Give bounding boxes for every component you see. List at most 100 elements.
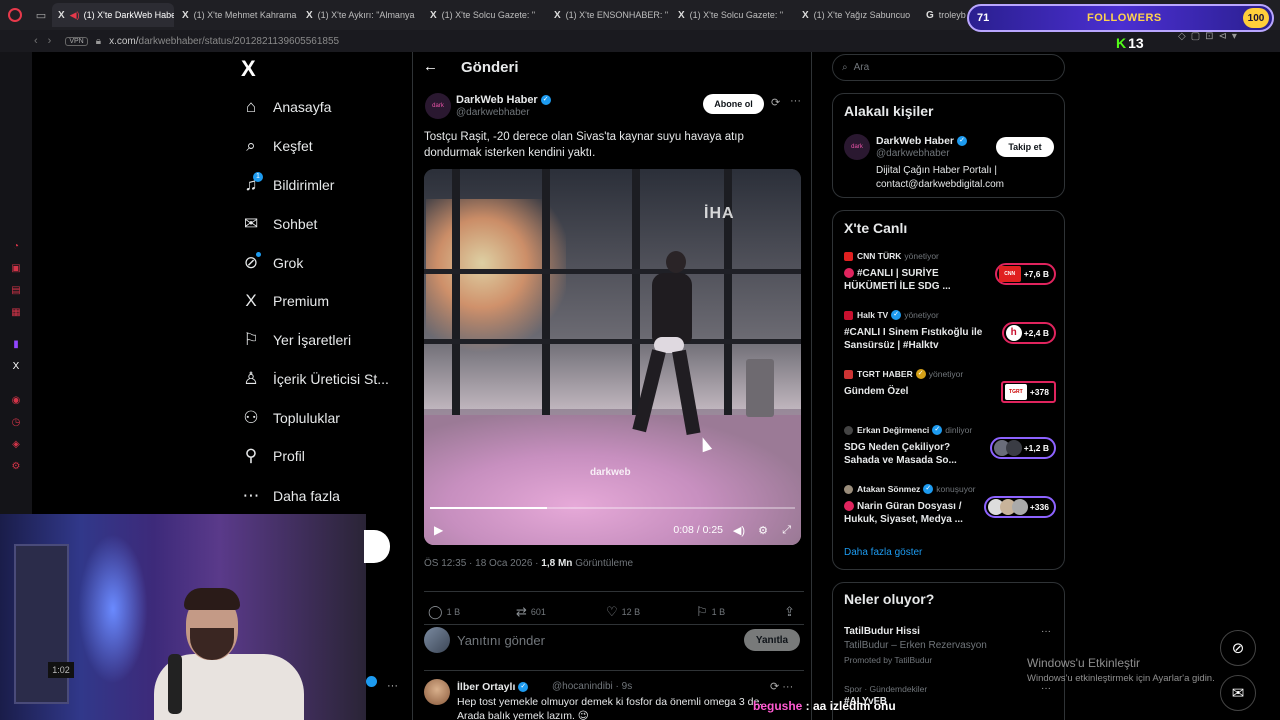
browser-tab[interactable]: X (1) X'te Solcu Gazete: " xyxy=(672,3,794,27)
browser-tab[interactable]: Gtroleybi xyxy=(920,3,966,27)
video-time: 0:08 / 0:25 xyxy=(673,524,723,536)
nav-grok[interactable]: ⊘ Grok xyxy=(241,248,303,278)
video-progress-bar[interactable] xyxy=(430,507,795,509)
video-player[interactable]: İHA darkweb ▶ 0:08 / 0:25 ◀) ⚙ ⤢ xyxy=(424,169,801,545)
live-item[interactable]: TGRT HABER ✓ yönetiyor Gündem Özel TGRT +37… xyxy=(844,368,1056,403)
author-handle[interactable]: @darkwebhaber xyxy=(456,107,530,118)
reply-composer: Yanıtını gönder Yanıtla xyxy=(424,624,804,668)
show-more-link[interactable]: Daha fazla göster xyxy=(844,547,922,558)
reply-more-icon[interactable]: ⟳ ··· xyxy=(770,680,793,693)
twitch-icon[interactable]: ▮ xyxy=(10,339,22,351)
reply-action[interactable]: ◯ 1 B xyxy=(428,604,460,620)
nav-notifications[interactable]: ♫ 1 Bildirimler xyxy=(241,170,334,200)
subscribe-button[interactable]: Abone ol xyxy=(703,94,764,114)
bookmark-icon: ⚐ xyxy=(243,330,259,349)
live-dot-icon xyxy=(844,268,854,279)
browser-tab[interactable]: X (1) X'te Yağız Sabuncuo xyxy=(796,3,918,27)
browser-extension-icons[interactable]: ◇▢⊡⊲▾ xyxy=(1178,31,1242,42)
live-item[interactable]: CNN TÜRK yönetiyor #CANLI | SURİYE HÜKÜME… xyxy=(844,250,1056,293)
live-listeners-pill[interactable]: CNN +7,6 B xyxy=(994,263,1056,285)
nav-explore[interactable]: ⌕ Keşfet xyxy=(241,131,312,161)
browser-logo-icon[interactable] xyxy=(0,0,30,30)
sidebar-app-icon[interactable]: ◔ xyxy=(10,241,22,253)
lock-icon: 🔒︎ xyxy=(95,35,102,47)
sidebar-app-icon[interactable]: ▣ xyxy=(10,263,22,275)
followers-goal-overlay: 71 FOLLOWERS 100 xyxy=(967,4,1274,32)
account-more-icon[interactable]: ··· xyxy=(387,680,398,692)
messages-floating-icon[interactable]: ✉ xyxy=(1220,675,1256,711)
nav-communities[interactable]: ⚇ Topluluklar xyxy=(241,403,340,433)
reply-author-handle[interactable]: @hocanindibi · 9s xyxy=(552,681,632,692)
browser-tab[interactable]: X (1) X'te Aykırı: "Almanya xyxy=(300,3,422,27)
post-column: ← Gönderi dark DarkWeb Haber ✓ @darkwebha… xyxy=(412,52,812,720)
nav-creator-studio[interactable]: ♙ İçerik Üreticisi St... xyxy=(241,364,389,394)
browser-tab[interactable]: X (1) X'te Solcu Gazete: " xyxy=(424,3,546,27)
video-settings-icon[interactable]: ⚙ xyxy=(758,524,768,537)
more-options-icon[interactable]: ··· xyxy=(790,95,801,107)
x-favicon-icon: X xyxy=(306,9,313,21)
live-item[interactable]: Halk TV ✓ yönetiyor #CANLI I Sinem Fıstıko… xyxy=(844,309,1056,352)
sidebar-app-icon[interactable]: ▦ xyxy=(10,307,22,319)
like-action[interactable]: ♡ 12 B xyxy=(606,604,640,620)
reply-avatar[interactable] xyxy=(424,679,450,705)
clock-icon[interactable]: ◷ xyxy=(10,417,22,429)
trend-name[interactable]: TatilBudur Hissi xyxy=(844,626,920,637)
bookmark-action[interactable]: ⚐ 1 B xyxy=(696,604,725,620)
live-listeners-pill[interactable]: +1,2 B xyxy=(989,437,1056,459)
live-listeners-pill[interactable]: TGRT +378 xyxy=(1000,381,1056,403)
vpn-badge[interactable]: VPN xyxy=(65,36,88,46)
play-icon[interactable]: ▶ xyxy=(434,523,443,537)
nav-home[interactable]: ⌂ Anasayfa xyxy=(241,92,332,122)
reply-input[interactable]: Yanıtını gönder xyxy=(457,633,545,648)
grok-explain-icon[interactable]: ⟳ xyxy=(771,96,780,109)
live-item[interactable]: Atakan Sönmez ✓ konuşuyor Narin Güran Dosy… xyxy=(844,483,1056,526)
related-handle[interactable]: @darkwebhaber xyxy=(876,148,950,159)
trend-more-icon[interactable]: ··· xyxy=(1041,683,1051,694)
grok-floating-icon[interactable]: ⊘ xyxy=(1220,630,1256,666)
nav-premium[interactable]: X Premium xyxy=(241,286,329,316)
forward-nav-icon[interactable]: › xyxy=(48,35,52,47)
fullscreen-icon[interactable]: ⤢ xyxy=(782,524,791,537)
repost-action[interactable]: ⇄ 601 xyxy=(516,604,546,620)
search-icon: ⌕ xyxy=(246,136,256,155)
author-avatar[interactable]: dark xyxy=(425,93,451,119)
tab-menu-icon[interactable]: ▭ xyxy=(30,0,52,30)
browser-tab[interactable]: X (1) X'te ENSONHABER: " xyxy=(548,3,670,27)
view-count: 1,8 Mn xyxy=(541,558,573,569)
back-nav-icon[interactable]: ‹ xyxy=(34,35,38,47)
sidebar-app-icon[interactable]: ▤ xyxy=(10,285,22,297)
reply-tweet[interactable]: İlber Ortaylı ✓ @hocanindibi · 9s ⟳ ··· H… xyxy=(424,670,804,720)
reply-button[interactable]: Yanıtla xyxy=(744,629,800,651)
heart-icon: ♡ xyxy=(606,604,618,619)
author-name[interactable]: DarkWeb Haber ✓ xyxy=(456,94,551,106)
live-item[interactable]: Erkan Değirmenci ✓ dinliyor SDG Neden Çeki… xyxy=(844,424,1056,467)
back-arrow-icon[interactable]: ← xyxy=(423,58,438,75)
verified-badge-icon: ✓ xyxy=(957,136,968,147)
nav-more[interactable]: ⋯ Daha fazla xyxy=(241,481,340,511)
share-action[interactable]: ⇪ xyxy=(784,604,799,620)
follow-button[interactable]: Takip et xyxy=(996,137,1054,157)
audio-playing-icon[interactable]: ◀) xyxy=(70,10,80,21)
nav-chat[interactable]: ✉ Sohbet xyxy=(241,209,318,239)
search-input[interactable]: ⌕ Ara xyxy=(832,54,1065,81)
nav-bookmarks[interactable]: ⚐ Yer İşaretleri xyxy=(241,325,351,355)
x-sidebar-icon[interactable]: X xyxy=(10,361,22,373)
volume-icon[interactable]: ◀) xyxy=(733,524,745,537)
url-field[interactable]: x.com/darkwebhaber/status/20128211396055… xyxy=(109,36,339,47)
browser-tab-active[interactable]: X◀)(1) X'te DarkWeb Habe× xyxy=(52,3,174,27)
browser-tab[interactable]: X (1) X'te Mehmet Kahrama xyxy=(176,3,298,27)
related-avatar[interactable]: dark xyxy=(844,134,870,160)
post-button-edge[interactable] xyxy=(364,530,390,563)
x-logo-icon[interactable]: X xyxy=(241,56,256,82)
reply-author-name[interactable]: İlber Ortaylı ✓ xyxy=(457,681,529,693)
sidebar-app-icon[interactable]: ◉ xyxy=(10,395,22,407)
nav-profile[interactable]: ⚲ Profil xyxy=(241,441,305,471)
sidebar-app-icon[interactable]: ◈ xyxy=(10,439,22,451)
live-listeners-pill[interactable]: +336 xyxy=(983,496,1056,518)
trend-more-icon[interactable]: ··· xyxy=(1041,626,1051,637)
related-name[interactable]: DarkWeb Haber ✓ xyxy=(876,135,968,147)
settings-icon[interactable]: ⚙ xyxy=(10,461,22,473)
x-favicon-icon: X xyxy=(182,9,189,21)
live-listeners-pill[interactable]: h +2,4 B xyxy=(1001,322,1056,344)
page-title: Gönderi xyxy=(461,59,519,76)
